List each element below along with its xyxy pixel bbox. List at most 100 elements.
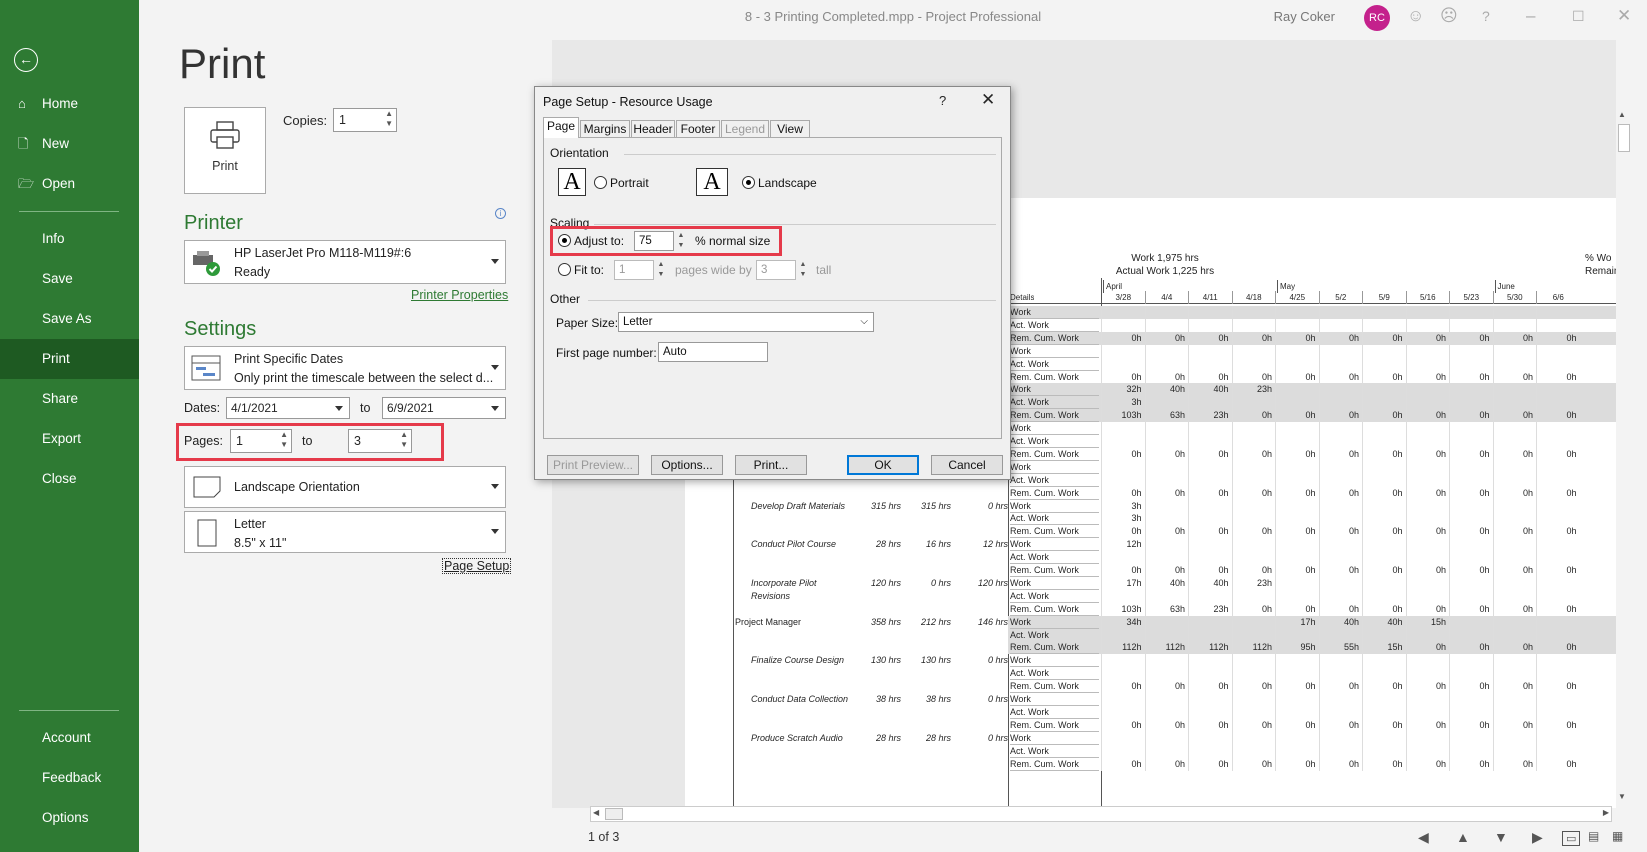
- date-to-select[interactable]: 6/9/2021: [382, 397, 506, 419]
- close-dialog-button[interactable]: ✕: [981, 90, 995, 110]
- portrait-label[interactable]: Portrait: [610, 176, 649, 190]
- back-arrow-icon[interactable]: ←: [14, 48, 38, 72]
- usage-cell: 0h: [1101, 718, 1145, 732]
- frown-icon[interactable]: ☹: [1440, 6, 1458, 26]
- portrait-radio[interactable]: [594, 176, 607, 189]
- last-page-icon[interactable]: ▶: [1532, 829, 1543, 846]
- printer-properties-link[interactable]: Printer Properties: [411, 288, 508, 302]
- copies-stepper[interactable]: 1 ▲ ▼: [333, 108, 397, 132]
- usage-cell: 0h: [1536, 718, 1580, 732]
- print-range-select[interactable]: Print Specific Dates Only print the time…: [184, 346, 506, 390]
- usage-cell: [1144, 705, 1189, 719]
- nav-close[interactable]: Close: [0, 459, 139, 499]
- table-row: Rem. Cum. Work 0h 0h 0h 0h 0h 0h 0h 0h 0h 0h 0h: [735, 718, 1616, 732]
- usage-cell: [1405, 435, 1450, 448]
- adjust-spin-icon[interactable]: ▲ ▼: [675, 231, 687, 251]
- fit-to-radio[interactable]: [558, 263, 571, 276]
- date-from-select[interactable]: 4/1/2021: [226, 397, 350, 419]
- page-to-stepper[interactable]: 3 ▲ ▼: [348, 429, 412, 453]
- tab-view[interactable]: View: [770, 120, 810, 138]
- nav-info[interactable]: Info: [0, 219, 139, 259]
- nav-print[interactable]: Print: [0, 339, 139, 379]
- usage-cell: [1536, 705, 1580, 719]
- spin-arrows-icon[interactable]: ▲ ▼: [400, 430, 408, 450]
- vertical-scrollbar[interactable]: ▲ ▼: [1616, 110, 1632, 806]
- usage-cell: [1231, 551, 1276, 565]
- tab-footer[interactable]: Footer: [676, 120, 720, 138]
- page-up-icon[interactable]: ▲: [1456, 829, 1470, 845]
- nav-account[interactable]: Account: [0, 718, 139, 758]
- first-page-input[interactable]: Auto: [658, 342, 768, 362]
- usage-cell: [1101, 460, 1145, 474]
- page-setup-link[interactable]: Page Setup: [442, 558, 512, 574]
- adjust-to-label[interactable]: Adjust to:: [574, 234, 624, 248]
- spin-arrows-icon[interactable]: ▲ ▼: [385, 109, 393, 129]
- adjust-to-radio[interactable]: [558, 234, 571, 247]
- usage-cell: 0h: [1492, 718, 1537, 732]
- nav-save[interactable]: Save: [0, 259, 139, 299]
- tab-margins[interactable]: Margins: [580, 120, 630, 138]
- nav-home[interactable]: ⌂ Home: [0, 84, 139, 124]
- landscape-radio[interactable]: [742, 176, 755, 189]
- print-button[interactable]: Print: [184, 107, 266, 194]
- work-value: [855, 487, 901, 500]
- detail-label: Rem. Cum. Work: [1010, 680, 1099, 694]
- multiple-pages-icon[interactable]: ▦: [1612, 829, 1623, 843]
- nav-new[interactable]: 🗋 New: [0, 124, 139, 164]
- first-page-icon[interactable]: ◀: [1418, 829, 1429, 846]
- close-window-icon[interactable]: ✕: [1617, 6, 1631, 26]
- usage-cell: 0h: [1188, 447, 1232, 461]
- landscape-label[interactable]: Landscape: [758, 176, 817, 190]
- orientation-select[interactable]: Landscape Orientation: [184, 466, 506, 508]
- paper-size-select[interactable]: Letter ⌵: [618, 312, 874, 332]
- scroll-down-icon[interactable]: ▼: [1618, 792, 1626, 801]
- scroll-up-icon[interactable]: ▲: [1618, 110, 1626, 119]
- nav-label: Account: [42, 730, 91, 745]
- usage-cell: [1275, 383, 1319, 397]
- avatar[interactable]: RC: [1364, 5, 1390, 31]
- nav-feedback[interactable]: Feedback: [0, 758, 139, 798]
- page-from-stepper[interactable]: 1 ▲ ▼: [230, 429, 292, 453]
- cancel-button[interactable]: Cancel: [931, 455, 1003, 475]
- work-value: [855, 564, 901, 577]
- actual-work-value: [905, 525, 951, 538]
- detail-label: Work: [1010, 538, 1099, 552]
- nav-open[interactable]: 🗁 Open: [0, 164, 139, 204]
- dialog-print-button[interactable]: Print...: [735, 455, 807, 475]
- scroll-left-icon[interactable]: ◀: [593, 808, 599, 817]
- nav-options[interactable]: Options: [0, 798, 139, 838]
- horizontal-scrollbar[interactable]: ◀ ▶: [590, 806, 1612, 822]
- actual-size-icon[interactable]: ▭: [1562, 831, 1581, 846]
- ok-button[interactable]: OK: [847, 455, 919, 475]
- adjust-to-input[interactable]: 75: [634, 231, 674, 251]
- date-label: 4/4: [1144, 291, 1189, 304]
- usage-cell: [1492, 383, 1537, 397]
- page-down-icon[interactable]: ▼: [1494, 829, 1508, 845]
- fit-to-label[interactable]: Fit to:: [574, 263, 604, 277]
- paper-size-select[interactable]: Letter 8.5" x 11": [184, 511, 506, 553]
- help-icon[interactable]: ?: [1482, 6, 1490, 26]
- nav-save-as[interactable]: Save As: [0, 299, 139, 339]
- work-value: [855, 525, 901, 538]
- date-label: 4/18: [1231, 291, 1276, 304]
- paper-size-value: Letter: [623, 316, 653, 328]
- info-icon[interactable]: i: [495, 208, 506, 219]
- options-button[interactable]: Options...: [651, 455, 723, 475]
- tab-page[interactable]: Page: [543, 117, 579, 138]
- maximize-icon[interactable]: ☐: [1572, 6, 1585, 26]
- tab-header[interactable]: Header: [631, 120, 675, 138]
- user-name[interactable]: Ray Coker: [1274, 9, 1335, 24]
- nav-export[interactable]: Export: [0, 419, 139, 459]
- scroll-right-icon[interactable]: ▶: [1603, 808, 1609, 817]
- nav-share[interactable]: Share: [0, 379, 139, 419]
- hscroll-thumb[interactable]: [605, 808, 623, 820]
- detail-label: Act. Work: [1010, 745, 1099, 758]
- scroll-thumb[interactable]: [1618, 124, 1630, 152]
- spin-arrows-icon[interactable]: ▲ ▼: [280, 430, 288, 450]
- minimize-icon[interactable]: –: [1526, 6, 1535, 26]
- one-page-icon[interactable]: ▤: [1588, 829, 1599, 843]
- smiley-icon[interactable]: ☺: [1407, 6, 1424, 26]
- usage-cell: [1101, 589, 1145, 603]
- printer-select[interactable]: HP LaserJet Pro M118-M119#:6 Ready: [184, 240, 506, 284]
- help-button[interactable]: ?: [939, 93, 946, 108]
